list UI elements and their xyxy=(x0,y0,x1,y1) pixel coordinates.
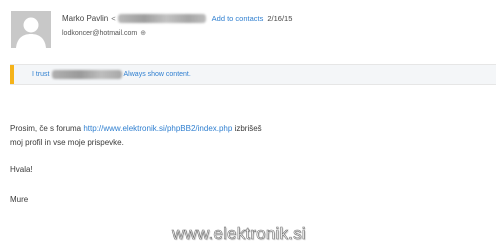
forum-link[interactable]: http://www.elektronik.si/phpBB2/index.ph… xyxy=(83,124,232,133)
redacted-sender-email xyxy=(117,13,206,23)
sender-name[interactable]: Marko Pavlin xyxy=(62,14,108,23)
always-show-content-link[interactable]: Always show content. xyxy=(124,71,191,78)
person-silhouette-icon xyxy=(11,11,51,48)
trust-bar-content: I trust Always show content. xyxy=(32,65,191,84)
sender-avatar[interactable] xyxy=(11,11,51,48)
message-date: 2/16/15 xyxy=(267,13,293,23)
redacted-trust-sender xyxy=(51,70,122,79)
sender-line: Marko Pavlin < Add to contacts 2/16/15 xyxy=(62,11,292,25)
trust-bar-accent xyxy=(10,65,14,84)
site-watermark: www.elektronik.si xyxy=(172,224,306,244)
trust-sender-prefix[interactable]: I trust xyxy=(32,71,50,78)
sender-email-open-bracket: < xyxy=(111,13,116,23)
message-body-signature: Mure xyxy=(10,195,29,204)
message-body-line-1: Prosim, če s foruma http://www.elektroni… xyxy=(10,124,490,133)
add-to-contacts-link[interactable]: Add to contacts xyxy=(212,14,264,23)
recipient-email[interactable]: lodkoncer@hotmail.com xyxy=(62,30,137,37)
body-line-1-suffix: izbrišeš xyxy=(232,124,262,133)
body-line-1-text: Prosim, če s foruma xyxy=(10,124,84,133)
trust-sender-bar: I trust Always show content. xyxy=(10,64,496,85)
message-body-line-2: moj profil in vse moje prispevke. xyxy=(10,138,124,147)
message-body-line-3: Hvala! xyxy=(10,165,33,174)
recipient-line: lodkoncer@hotmail.com ⊕ xyxy=(62,27,146,39)
recipient-expand-icon[interactable]: ⊕ xyxy=(140,29,146,37)
